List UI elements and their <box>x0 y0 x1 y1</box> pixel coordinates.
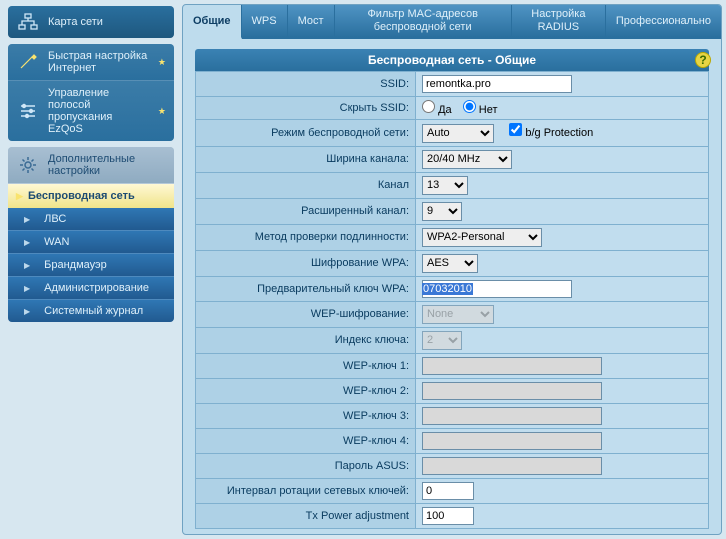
sidebar: Карта сети Быстрая настройка Интернет ★ … <box>0 0 182 539</box>
sidebar-label: WAN <box>44 236 69 248</box>
help-icon[interactable]: ? <box>695 52 711 68</box>
panel-title-text: Беспроводная сеть - Общие <box>368 53 536 67</box>
extch-select[interactable]: 9 <box>422 202 462 221</box>
wepenc-label: WEP-шифрование: <box>196 301 416 327</box>
sidebar-item-admin[interactable]: ▶ Администрирование <box>8 277 174 300</box>
wep1-input <box>422 357 602 375</box>
extch-label: Расширенный канал: <box>196 198 416 224</box>
hide-ssid-yes[interactable]: Да <box>422 104 452 116</box>
rotate-input[interactable] <box>422 482 474 500</box>
wep2-input <box>422 382 602 400</box>
tab-bridge[interactable]: Мост <box>288 5 335 37</box>
wpaenc-label: Шифрование WPA: <box>196 250 416 276</box>
auth-label: Метод проверки подлинности: <box>196 224 416 250</box>
bullet-icon: ▶ <box>24 238 30 247</box>
psk-value-highlight: 07032010 <box>422 283 473 295</box>
sidebar-label: Беспроводная сеть <box>28 190 135 202</box>
tab-label: Профессионально <box>616 15 711 28</box>
bg-protection-check[interactable]: b/g Protection <box>509 127 593 139</box>
sidebar-label: Системный журнал <box>44 305 143 317</box>
channel-label: Канал <box>196 172 416 198</box>
chwidth-select[interactable]: 20/40 MHz <box>422 150 512 169</box>
auth-select[interactable]: WPA2-Personal <box>422 228 542 247</box>
ssid-label: SSID: <box>196 72 416 97</box>
tab-general[interactable]: Общие <box>183 5 242 39</box>
network-map-icon <box>16 12 40 32</box>
sidebar-item-bandwidth[interactable]: Управление полосой пропускания EzQoS ★ <box>8 81 174 141</box>
rotate-label: Интервал ротации сетевых ключей: <box>196 478 416 503</box>
sidebar-item-firewall[interactable]: ▶ Брандмауэр <box>8 254 174 277</box>
gear-icon <box>16 155 40 175</box>
sidebar-label: Дополнительные настройки <box>48 153 166 177</box>
tab-label: Фильтр MAC-адресов беспроводной сети <box>345 8 501 33</box>
wep3-label: WEP-ключ 3: <box>196 403 416 428</box>
tab-label: Настройка RADIUS <box>522 8 595 33</box>
wepenc-select: None <box>422 305 494 324</box>
star-icon: ★ <box>158 57 166 68</box>
sidebar-label: ЛВС <box>44 213 66 225</box>
tab-wps[interactable]: WPS <box>242 5 288 37</box>
asuspw-input <box>422 457 602 475</box>
channel-select[interactable]: 13 <box>422 176 468 195</box>
sidebar-label: Брандмауэр <box>44 259 107 271</box>
radio-no[interactable] <box>463 100 476 113</box>
tab-macfilter[interactable]: Фильтр MAC-адресов беспроводной сети <box>335 5 512 37</box>
txpwr-input[interactable] <box>422 507 474 525</box>
wep1-label: WEP-ключ 1: <box>196 353 416 378</box>
star-icon: ★ <box>158 106 166 117</box>
sidebar-item-adv-settings[interactable]: Дополнительные настройки <box>8 147 174 184</box>
wep2-label: WEP-ключ 2: <box>196 378 416 403</box>
keyidx-label: Индекс ключа: <box>196 327 416 353</box>
sidebar-item-lan[interactable]: ▶ ЛВС <box>8 208 174 231</box>
main-panel: Общие WPS Мост Фильтр MAC-адресов беспро… <box>182 4 722 535</box>
tab-radius[interactable]: Настройка RADIUS <box>512 5 606 37</box>
hide-ssid-label: Скрыть SSID: <box>196 97 416 120</box>
chwidth-label: Ширина канала: <box>196 146 416 172</box>
sidebar-label: Быстрая настройка Интернет <box>48 50 150 74</box>
wep4-label: WEP-ключ 4: <box>196 428 416 453</box>
sidebar-label: Карта сети <box>48 16 103 28</box>
tab-pro[interactable]: Профессионально <box>606 5 721 37</box>
mode-select[interactable]: Auto <box>422 124 494 143</box>
sidebar-item-network-map[interactable]: Карта сети <box>8 6 174 38</box>
radio-yes[interactable] <box>422 100 435 113</box>
tab-label: Мост <box>298 15 324 28</box>
bg-protection-checkbox[interactable] <box>509 123 522 136</box>
ssid-input[interactable] <box>422 75 572 93</box>
sliders-icon <box>16 101 40 121</box>
sidebar-item-wan[interactable]: ▶ WAN <box>8 231 174 254</box>
asuspw-label: Пароль ASUS: <box>196 453 416 478</box>
wpaenc-select[interactable]: AES <box>422 254 478 273</box>
sidebar-label: Управление полосой пропускания EzQoS <box>48 87 150 135</box>
bullet-icon: ▶ <box>24 215 30 224</box>
arrow-right-icon: ▶ <box>16 191 23 201</box>
sidebar-item-wireless-active[interactable]: ▶ Беспроводная сеть <box>8 184 174 208</box>
wand-icon <box>16 52 40 72</box>
bullet-icon: ▶ <box>24 307 30 316</box>
panel-title: Беспроводная сеть - Общие <box>195 49 709 71</box>
psk-label: Предварительный ключ WPA: <box>196 276 416 301</box>
sidebar-item-quick-setup[interactable]: Быстрая настройка Интернет ★ <box>8 44 174 81</box>
tab-label: WPS <box>252 15 277 28</box>
wep3-input <box>422 407 602 425</box>
mode-label: Режим беспроводной сети: <box>196 120 416 147</box>
sidebar-item-syslog[interactable]: ▶ Системный журнал <box>8 300 174 322</box>
txpwr-label: Tx Power adjustment <box>196 503 416 528</box>
tab-bar: Общие WPS Мост Фильтр MAC-адресов беспро… <box>183 5 721 39</box>
wep4-input <box>422 432 602 450</box>
apply-button[interactable]: Применить <box>610 535 701 536</box>
keyidx-select: 2 <box>422 331 462 350</box>
bullet-icon: ▶ <box>24 284 30 293</box>
sidebar-label: Администрирование <box>44 282 149 294</box>
hide-ssid-no[interactable]: Нет <box>463 104 498 116</box>
settings-form: SSID: Скрыть SSID: Да Нет Режим беспрово… <box>195 71 709 529</box>
bullet-icon: ▶ <box>24 261 30 270</box>
tab-label: Общие <box>193 15 231 28</box>
